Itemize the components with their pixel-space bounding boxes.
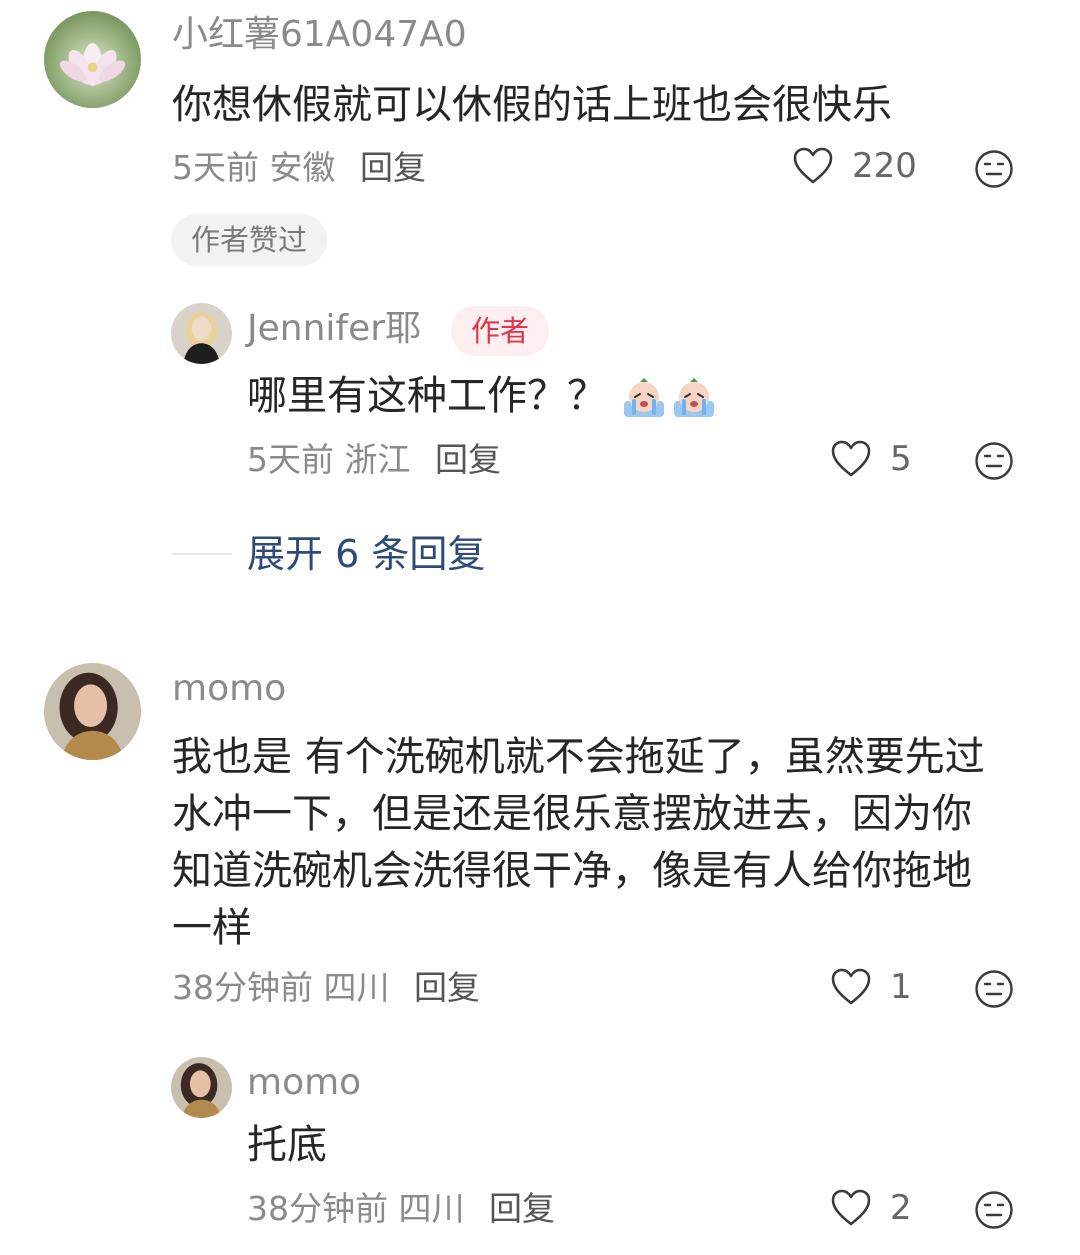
reply-button[interactable]: 回复 bbox=[414, 968, 480, 1007]
heart-outline-icon bbox=[831, 1189, 871, 1226]
dislike-button[interactable] bbox=[974, 441, 1014, 485]
comment-text: 你想休假就可以休假的话上班也会很快乐 bbox=[172, 82, 892, 128]
expand-replies-link[interactable]: 展开 6 条回复 bbox=[247, 535, 485, 573]
comment-meta: 38分钟前 四川 回复 bbox=[172, 971, 480, 1004]
crying-face-sticker-icon bbox=[674, 378, 714, 417]
like-button[interactable]: 5 bbox=[830, 439, 912, 479]
comment-meta: 5天前 安徽 回复 bbox=[172, 151, 426, 184]
like-button[interactable]: 220 bbox=[792, 146, 917, 186]
reply-button[interactable]: 回复 bbox=[435, 440, 501, 479]
like-button[interactable]: 1 bbox=[830, 967, 912, 1007]
comment-time: 38分钟前 bbox=[172, 968, 313, 1007]
heart-outline-icon bbox=[793, 147, 833, 184]
meh-face-icon bbox=[975, 150, 1013, 188]
reply-time: 38分钟前 bbox=[247, 1189, 388, 1228]
comment-location: 安徽 bbox=[269, 148, 336, 187]
reply-text: 哪里有这种工作？？ bbox=[247, 373, 607, 419]
reply-text-row: 哪里有这种工作？？ bbox=[247, 368, 717, 425]
comment-time: 5天前 bbox=[172, 148, 259, 187]
dislike-button[interactable] bbox=[974, 149, 1014, 193]
meh-face-icon bbox=[975, 970, 1013, 1008]
like-count: 220 bbox=[852, 146, 917, 186]
like-count: 1 bbox=[890, 967, 912, 1007]
expand-divider bbox=[172, 553, 232, 555]
reply-location: 四川 bbox=[398, 1189, 465, 1228]
lotus-avatar-image bbox=[44, 11, 141, 108]
dislike-button[interactable] bbox=[974, 969, 1014, 1013]
meh-face-icon bbox=[975, 1191, 1013, 1229]
reply-button[interactable]: 回复 bbox=[360, 148, 426, 187]
like-button[interactable]: 2 bbox=[830, 1188, 912, 1228]
avatar[interactable] bbox=[171, 303, 232, 364]
comment-username[interactable]: 小红薯61A047A0 bbox=[172, 17, 467, 53]
like-count: 2 bbox=[890, 1188, 912, 1228]
avatar[interactable] bbox=[171, 1057, 232, 1118]
like-count: 5 bbox=[890, 439, 912, 479]
reply-time: 5天前 bbox=[247, 440, 334, 479]
reply-meta: 5天前 浙江 回复 bbox=[247, 443, 501, 476]
comment-text-line: 一样 bbox=[172, 905, 252, 951]
reply-meta: 38分钟前 四川 回复 bbox=[247, 1192, 555, 1225]
reply-button[interactable]: 回复 bbox=[489, 1189, 555, 1228]
avatar[interactable] bbox=[44, 663, 141, 760]
comment-text-line: 水冲一下，但是还是很乐意摆放进去，因为你 bbox=[172, 791, 972, 837]
comment-location: 四川 bbox=[323, 968, 390, 1007]
reply-username[interactable]: momo bbox=[247, 1065, 361, 1101]
comment-text-line: 我也是 有个洗碗机就不会拖延了，虽然要先过 bbox=[172, 734, 985, 780]
author-tag: 作者 bbox=[451, 306, 550, 356]
meh-face-icon bbox=[975, 442, 1013, 480]
emoji-group bbox=[621, 375, 717, 421]
portrait-avatar-image bbox=[171, 1057, 232, 1118]
portrait-avatar-image bbox=[44, 663, 141, 760]
heart-outline-icon bbox=[831, 968, 871, 1005]
comment-text-line: 知道洗碗机会洗得很干净，像是有人给你拖地 bbox=[172, 848, 972, 894]
reply-text: 托底 bbox=[247, 1122, 327, 1168]
reply-location: 浙江 bbox=[344, 440, 411, 479]
dislike-button[interactable] bbox=[974, 1190, 1014, 1234]
comment-username[interactable]: momo bbox=[172, 671, 286, 707]
reply-username[interactable]: Jennifer耶 bbox=[247, 311, 421, 347]
crying-face-sticker-icon bbox=[624, 378, 664, 417]
heart-outline-icon bbox=[831, 440, 871, 477]
portrait-avatar-image bbox=[171, 303, 232, 364]
avatar[interactable] bbox=[44, 11, 141, 108]
author-liked-badge: 作者赞过 bbox=[171, 214, 328, 266]
